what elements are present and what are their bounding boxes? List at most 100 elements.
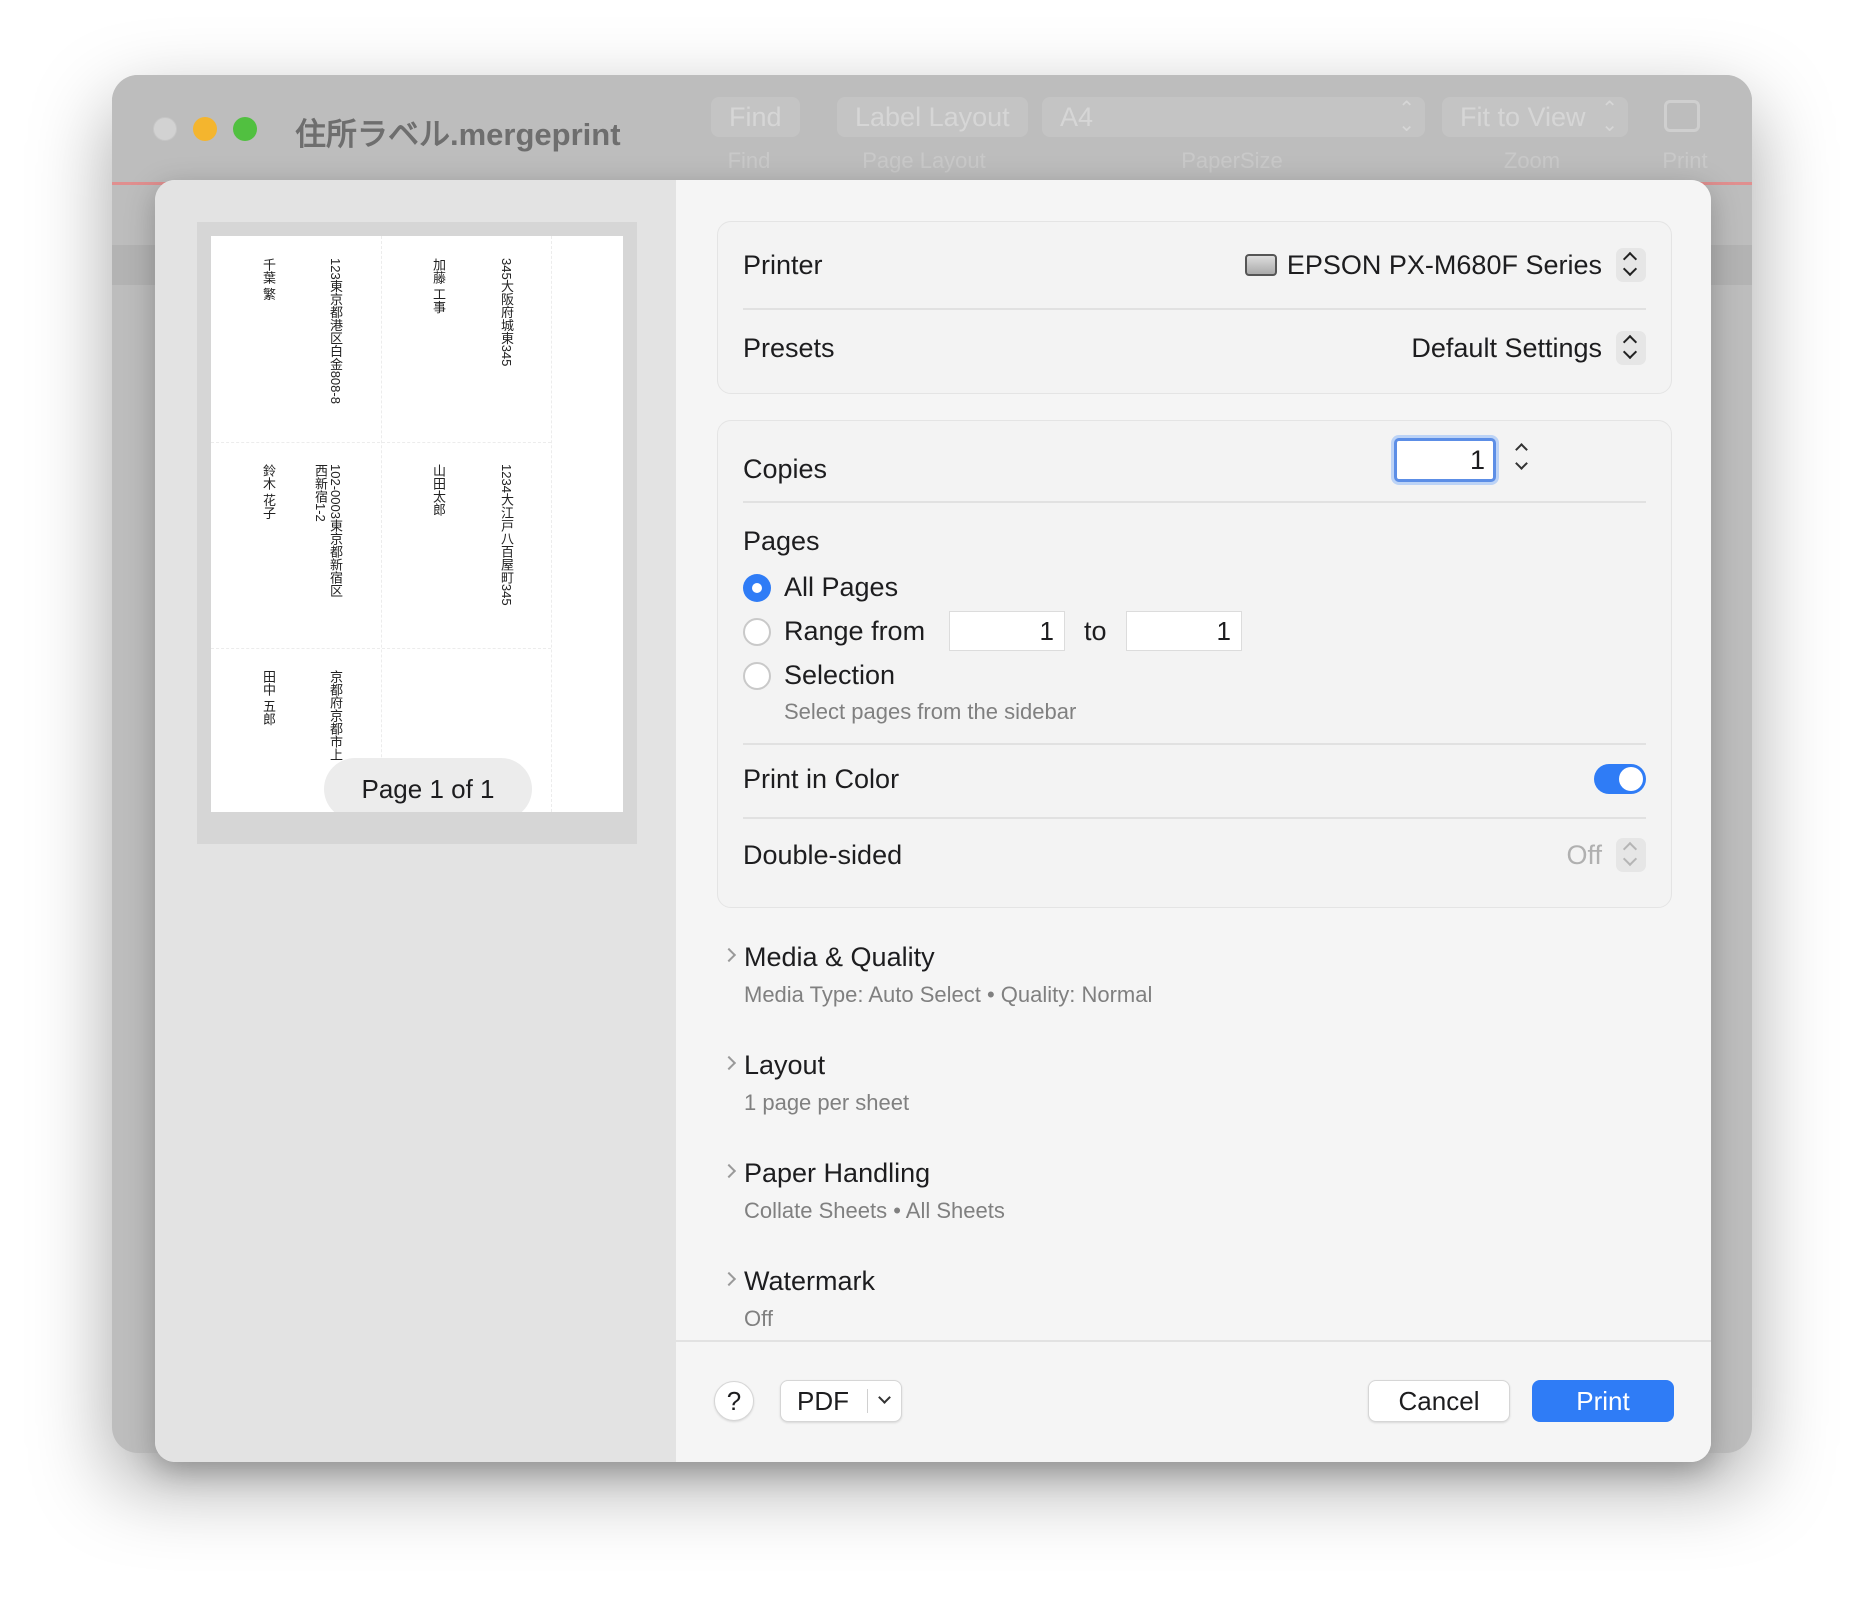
chevron-updown-icon bbox=[1616, 248, 1646, 282]
label-name: 千葉 繁 bbox=[261, 258, 276, 301]
presets-popup[interactable]: Default Settings bbox=[1411, 328, 1646, 368]
print-in-color-row: Print in Color bbox=[743, 759, 1646, 799]
label-address: 京都府京都市上 bbox=[328, 670, 343, 761]
chevron-updown-icon bbox=[1616, 331, 1646, 365]
print-button[interactable]: Print bbox=[1532, 1380, 1674, 1422]
section-title: Media & Quality bbox=[744, 942, 935, 972]
page-thumbnail[interactable]: 千葉 繁 123東京都港区白金808-8 加藤 工事 345大阪府城東345 鈴… bbox=[211, 236, 623, 812]
copies-pages-card: Copies 1 Pages All Pages Range from 1 to… bbox=[717, 420, 1672, 908]
printer-row: Printer EPSON PX-M680F Series bbox=[743, 245, 1646, 285]
window-title: 住所ラベル.mergeprint bbox=[295, 117, 621, 152]
double-sided-value: Off bbox=[1566, 839, 1602, 870]
label-address: 345大阪府城東345 bbox=[499, 258, 514, 367]
dialog-footer: ? PDF Cancel Print bbox=[676, 1340, 1711, 1462]
chevron-right-icon bbox=[721, 1271, 737, 1287]
chevron-updown-icon bbox=[1616, 838, 1646, 872]
print-caption: Print bbox=[1662, 148, 1708, 173]
section-subtitle: 1 page per sheet bbox=[744, 1090, 910, 1115]
print-dialog: 千葉 繁 123東京都港区白金808-8 加藤 工事 345大阪府城東345 鈴… bbox=[155, 180, 1711, 1462]
find-button[interactable]: Find bbox=[711, 97, 800, 137]
preview-sidebar: 千葉 繁 123東京都港区白金808-8 加藤 工事 345大阪府城東345 鈴… bbox=[155, 180, 676, 1462]
label-address: 1234大江戸八百屋町345 bbox=[499, 464, 514, 606]
label-address: 102-0003東京都新宿区 bbox=[328, 464, 343, 597]
label-divider bbox=[211, 648, 551, 649]
printer-value: EPSON PX-M680F Series bbox=[1286, 249, 1602, 280]
label-name: 山田太郎 bbox=[431, 464, 446, 516]
chevron-updown-icon: ⌃ ⌄ bbox=[1398, 98, 1415, 136]
zoom-popup[interactable]: Fit to View ⌃ ⌄ bbox=[1442, 97, 1628, 137]
printer-card: Printer EPSON PX-M680F Series Presets De… bbox=[717, 221, 1672, 394]
chevron-up-icon[interactable] bbox=[1515, 443, 1528, 456]
label-address: 123東京都港区白金808-8 bbox=[328, 258, 343, 404]
page-thumbnail-frame[interactable]: 千葉 繁 123東京都港区白金808-8 加藤 工事 345大阪府城東345 鈴… bbox=[197, 222, 637, 844]
range-from-field[interactable]: 1 bbox=[949, 611, 1065, 651]
presets-row: Presets Default Settings bbox=[743, 328, 1646, 368]
pdf-menu-button[interactable]: PDF bbox=[780, 1380, 902, 1422]
chevron-updown-icon: ⌃ ⌄ bbox=[1601, 98, 1618, 136]
label-name: 加藤 工事 bbox=[431, 258, 446, 314]
label-address-line2: 西新宿1-2 bbox=[313, 464, 328, 522]
paper-size-value: A4 bbox=[1060, 102, 1094, 132]
find-caption: Find bbox=[727, 148, 771, 173]
label-layout-button[interactable]: Label Layout bbox=[837, 97, 1028, 137]
section-title: Layout bbox=[744, 1050, 826, 1080]
copies-input[interactable]: 1 bbox=[1394, 438, 1496, 482]
section-subtitle: Off bbox=[744, 1306, 773, 1331]
paper-size-popup[interactable]: A4 ⌃ ⌄ bbox=[1042, 97, 1425, 137]
cancel-button[interactable]: Cancel bbox=[1368, 1380, 1510, 1422]
section-title: Paper Handling bbox=[744, 1158, 931, 1188]
printer-label: Printer bbox=[743, 250, 823, 280]
close-window-button[interactable] bbox=[153, 117, 177, 141]
section-subtitle: Media Type: Auto Select • Quality: Norma… bbox=[744, 982, 1153, 1007]
double-sided-popup[interactable]: Off bbox=[1566, 835, 1646, 875]
printer-icon[interactable] bbox=[1664, 100, 1700, 132]
chevron-right-icon bbox=[721, 947, 737, 963]
label-divider bbox=[551, 236, 552, 812]
chevron-right-icon bbox=[721, 1055, 737, 1071]
minimize-window-button[interactable] bbox=[193, 117, 217, 141]
range-radio[interactable] bbox=[743, 618, 771, 646]
divider bbox=[743, 743, 1646, 745]
paper-size-caption: PaperSize bbox=[1181, 148, 1283, 173]
print-settings: Printer EPSON PX-M680F Series Presets De… bbox=[676, 180, 1711, 1462]
divider bbox=[743, 501, 1646, 503]
presets-label: Presets bbox=[743, 333, 835, 363]
printer-popup[interactable]: EPSON PX-M680F Series bbox=[1244, 245, 1646, 285]
copies-stepper[interactable] bbox=[1512, 439, 1536, 473]
zoom-window-button[interactable] bbox=[233, 117, 257, 141]
range-to-field[interactable]: 1 bbox=[1126, 611, 1242, 651]
range-to-label: to bbox=[1084, 616, 1107, 646]
divider bbox=[743, 817, 1646, 819]
pages-label: Pages bbox=[743, 526, 820, 556]
separator bbox=[867, 1389, 868, 1413]
section-subtitle: Collate Sheets • All Sheets bbox=[744, 1198, 1005, 1223]
range-from-label[interactable]: Range from bbox=[784, 613, 925, 649]
printer-icon bbox=[1244, 254, 1277, 276]
label-divider bbox=[211, 442, 551, 443]
print-in-color-label: Print in Color bbox=[743, 764, 900, 794]
label-divider bbox=[381, 236, 382, 812]
section-title: Watermark bbox=[744, 1266, 876, 1296]
page-layout-caption: Page Layout bbox=[862, 148, 986, 173]
chevron-down-icon[interactable] bbox=[878, 1391, 891, 1404]
presets-value: Default Settings bbox=[1411, 332, 1602, 363]
double-sided-row: Double-sided Off bbox=[743, 835, 1646, 875]
zoom-value: Fit to View bbox=[1460, 102, 1586, 132]
label-name: 鈴木 花子 bbox=[261, 464, 276, 520]
all-pages-radio[interactable] bbox=[743, 574, 771, 602]
selection-hint: Select pages from the sidebar bbox=[784, 699, 1077, 724]
print-in-color-toggle[interactable] bbox=[1594, 764, 1646, 794]
title-bar: 住所ラベル.mergeprint Find Find Label Layout … bbox=[112, 75, 1752, 185]
double-sided-label: Double-sided bbox=[743, 840, 903, 870]
label-name: 田中 五郎 bbox=[261, 670, 276, 726]
copies-label: Copies bbox=[743, 454, 828, 484]
selection-radio[interactable] bbox=[743, 662, 771, 690]
help-button[interactable]: ? bbox=[714, 1381, 754, 1421]
zoom-caption: Zoom bbox=[1503, 148, 1561, 173]
chevron-down-icon[interactable] bbox=[1515, 457, 1528, 470]
chevron-right-icon bbox=[721, 1163, 737, 1179]
pdf-label: PDF bbox=[797, 1386, 849, 1416]
divider bbox=[743, 308, 1646, 310]
selection-label[interactable]: Selection bbox=[784, 657, 1646, 693]
all-pages-label[interactable]: All Pages bbox=[784, 569, 1646, 605]
